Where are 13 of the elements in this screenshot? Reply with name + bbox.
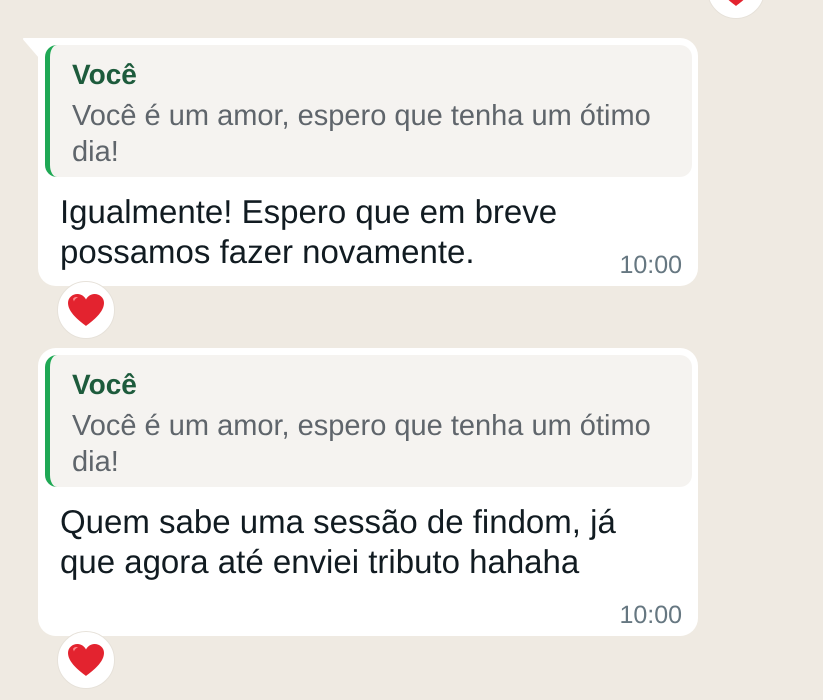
quoted-message-panel[interactable]: Você Você é um amor, espero que tenha um ótimo dia! xyxy=(45,355,692,487)
quoted-text: Você é um amor, espero que tenha um ótimo dia! xyxy=(72,99,652,170)
message-text: Igualmente! Espero que em breve possamos fazer novamente. xyxy=(60,193,558,270)
message-time: 10:00 xyxy=(619,600,682,630)
heart-reaction-icon[interactable] xyxy=(57,281,115,339)
quoted-text: Você é um amor, espero que tenha um ótimo dia! xyxy=(72,409,652,480)
quoted-author: Você xyxy=(72,58,138,92)
heart-reaction-icon[interactable] xyxy=(57,631,115,689)
heart-reaction-icon[interactable] xyxy=(707,0,765,19)
quoted-author: Você xyxy=(72,368,138,402)
quoted-message-panel[interactable]: Você Você é um amor, espero que tenha um ótimo dia! xyxy=(45,45,692,177)
message-text: Quem sabe uma sessão de findom, já que agora até enviei tributo hahaha xyxy=(60,503,616,580)
message-time: 10:00 xyxy=(619,250,682,280)
